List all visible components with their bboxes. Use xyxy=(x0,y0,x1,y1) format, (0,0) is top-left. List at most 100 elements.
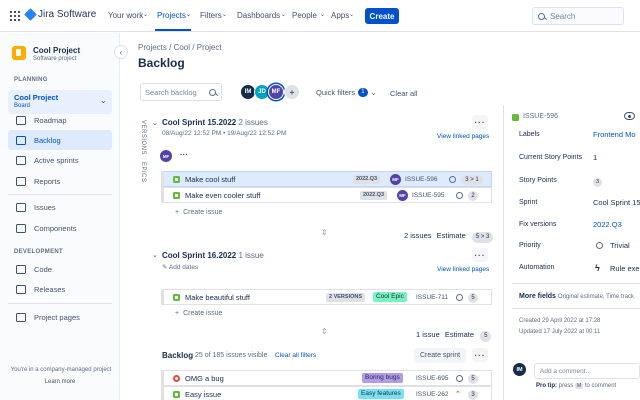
resize-handle-icon[interactable]: ⇕ xyxy=(321,228,328,237)
more-icon[interactable]: ··· xyxy=(180,150,188,159)
fix-versions-value[interactable]: 2022.Q3 xyxy=(593,220,622,229)
nav-your-work[interactable]: Your work xyxy=(108,11,143,20)
sidebar-item-label: Releases xyxy=(34,284,66,294)
estimate-badge[interactable]: 2 xyxy=(468,191,478,201)
priority-value[interactable]: Trivial xyxy=(610,241,630,250)
row-drag-handle[interactable] xyxy=(161,171,164,187)
sprint-2-header[interactable]: Cool Sprint 16.2022 1 issue xyxy=(162,251,264,260)
learn-more-link[interactable]: Learn more xyxy=(0,379,120,385)
sprint-assignee-avatar[interactable]: MF xyxy=(160,150,172,162)
add-dates-button[interactable]: ✎ Add dates xyxy=(162,263,198,271)
pro-tip: Pro tip: press M to comment xyxy=(536,383,616,389)
issue-summary[interactable]: Make beautiful stuff xyxy=(185,293,250,302)
sidebar-item-issues[interactable]: Issues xyxy=(8,197,112,217)
field-label: Sprint xyxy=(519,199,538,206)
sidebar-item-components[interactable]: Components xyxy=(8,218,112,238)
lightning-bolt-icon: ϟ xyxy=(595,263,600,273)
issue-summary[interactable]: Make cool stuff xyxy=(185,175,235,184)
issue-key[interactable]: ISSUE-596 xyxy=(405,176,438,183)
more-actions-button[interactable]: ··· xyxy=(472,115,488,129)
issue-summary[interactable]: Easy issue xyxy=(185,390,221,399)
sprint-value[interactable]: Cool Sprint 15 xyxy=(593,198,640,207)
jira-logo[interactable]: Jira Software xyxy=(24,8,96,21)
view-linked-pages-link[interactable]: View linked pages xyxy=(437,266,489,273)
watch-eye-icon[interactable] xyxy=(624,112,635,120)
table-row[interactable]: Easy issue Easy features ISSUE-262 ⌃ 3 xyxy=(161,386,492,400)
issue-key[interactable]: ISSUE-695 xyxy=(416,375,449,382)
global-search-input[interactable]: Search xyxy=(532,7,624,25)
more-fields-label: More fields xyxy=(519,293,556,300)
assignee-avatar[interactable]: MF xyxy=(397,190,408,201)
nav-projects[interactable]: Projects xyxy=(157,11,186,20)
comment-input[interactable]: Add a comment... xyxy=(534,363,640,379)
epic-lozenge[interactable]: Cool Epic xyxy=(373,292,407,302)
story-points-value[interactable]: 3 xyxy=(593,176,603,187)
estimate-badge[interactable]: 3 > 1 xyxy=(461,175,483,185)
table-row[interactable]: OMG a bug Boring bugs ISSUE-695 5 xyxy=(161,370,492,386)
sprint-1-header[interactable]: Cool Sprint 15.2022 2 issues xyxy=(162,118,268,127)
sidebar-item-code[interactable]: Code xyxy=(8,259,112,279)
estimate-badge[interactable]: 3 xyxy=(468,390,478,400)
more-actions-button[interactable]: ··· xyxy=(472,248,488,262)
search-backlog-input[interactable]: Search backlog xyxy=(140,83,222,101)
more-fields-toggle[interactable]: More fields Original estimate, Time trac… xyxy=(519,293,634,300)
row-drag-handle[interactable] xyxy=(161,370,164,386)
chevron-down-icon[interactable]: ⌄ xyxy=(152,251,158,259)
create-issue-button[interactable]: + Create issue xyxy=(175,310,222,317)
story-icon xyxy=(173,391,180,398)
detail-issue-key[interactable]: ISSUE-596 xyxy=(523,113,558,120)
sidebar-item-reports[interactable]: Reports xyxy=(8,171,112,191)
sidebar-item-label: Roadmap xyxy=(34,115,67,125)
automation-value[interactable]: Rule exec xyxy=(610,264,640,273)
epics-tab[interactable]: EPICS xyxy=(140,162,146,183)
estimate-badge[interactable]: 5 xyxy=(468,374,478,384)
sidebar-item-active-sprints[interactable]: Active sprints xyxy=(8,150,112,170)
estimate-badge[interactable]: 5 xyxy=(468,293,478,303)
bug-icon xyxy=(173,375,180,382)
current-story-points-value[interactable]: 1 xyxy=(593,153,597,162)
table-row[interactable]: Make cool stuff 2022.Q3 MF ISSUE-596 3 >… xyxy=(161,171,492,187)
sidebar-item-backlog[interactable]: Backlog xyxy=(8,130,112,150)
table-row[interactable]: Make even cooler stuff 2022.Q3 MF ISSUE-… xyxy=(161,187,492,203)
epic-lozenge[interactable]: Boring bugs xyxy=(362,373,403,383)
create-button[interactable]: Create xyxy=(365,8,399,24)
issue-key[interactable]: ISSUE-595 xyxy=(412,192,445,199)
nav-filters[interactable]: Filters xyxy=(200,11,222,20)
sidebar-item-project-pages[interactable]: Project pages xyxy=(8,307,112,327)
breadcrumb[interactable]: Projects / Cool / Project xyxy=(138,43,222,52)
row-drag-handle[interactable] xyxy=(161,386,164,400)
nav-dashboards[interactable]: Dashboards xyxy=(237,11,280,20)
quick-filters-button[interactable]: Quick filters 1 ⌄ xyxy=(312,84,381,100)
create-sprint-button[interactable]: Create sprint xyxy=(414,348,466,363)
board-sub: Board xyxy=(14,103,31,109)
issue-summary[interactable]: Make even cooler stuff xyxy=(185,191,260,200)
issue-summary[interactable]: OMG a bug xyxy=(185,374,224,383)
more-fields-sub: Original estimate, Time track xyxy=(557,294,634,300)
sidebar-item-roadmap[interactable]: Roadmap xyxy=(8,110,112,130)
app-switcher-icon[interactable] xyxy=(10,11,20,21)
collapse-sidebar-button[interactable]: ‹ xyxy=(114,45,128,59)
backlog-count: 25 of 185 issues visible xyxy=(195,352,268,359)
add-people-icon[interactable]: + xyxy=(284,84,300,100)
details-panel-divider[interactable] xyxy=(503,105,504,400)
chevron-down-icon[interactable]: ⌄ xyxy=(152,119,158,127)
row-drag-handle[interactable] xyxy=(161,187,164,203)
avatar-filter-mf[interactable]: MF xyxy=(268,84,284,100)
assignee-avatar[interactable]: MF xyxy=(390,174,401,185)
clear-all-filters-link[interactable]: Clear all filters xyxy=(275,352,316,359)
table-row[interactable]: Make beautiful stuff 2 VERSIONS Cool Epi… xyxy=(161,289,492,305)
versions-tab[interactable]: VERSIONS xyxy=(140,120,146,155)
resize-handle-icon[interactable]: ⇕ xyxy=(321,327,328,336)
issue-key[interactable]: ISSUE-711 xyxy=(416,294,448,301)
clear-all-button[interactable]: Clear all xyxy=(390,89,418,98)
issue-key[interactable]: ISSUE-262 xyxy=(416,391,449,398)
nav-apps[interactable]: Apps xyxy=(331,11,349,20)
view-linked-pages-link[interactable]: View linked pages xyxy=(437,133,489,140)
labels-value[interactable]: Frontend Mo xyxy=(593,130,636,139)
sidebar-item-releases[interactable]: Releases xyxy=(8,279,112,299)
more-actions-button[interactable]: ··· xyxy=(472,348,488,362)
row-drag-handle[interactable] xyxy=(161,289,164,305)
epic-lozenge[interactable]: Easy features xyxy=(358,389,404,399)
create-issue-button[interactable]: + Create issue xyxy=(175,209,222,216)
nav-people[interactable]: People xyxy=(292,11,317,20)
